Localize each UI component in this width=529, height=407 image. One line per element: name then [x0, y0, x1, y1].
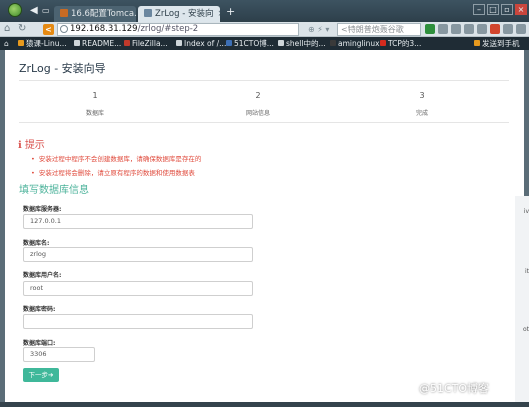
close-window-icon[interactable]: × [515, 4, 527, 15]
bookmark-favicon-icon [380, 40, 386, 46]
bookmark-item[interactable]: shell中的... [278, 37, 326, 50]
refresh-icon[interactable]: ↻ [18, 24, 26, 34]
sliver-text: ot [522, 326, 529, 333]
back-arrow-icon[interactable]: ◀ [30, 6, 38, 16]
sliver-text: it [524, 268, 529, 275]
new-tab-plus-icon[interactable]: + [226, 5, 235, 18]
url-input[interactable]: 192.168.31.129/zrlog/#step-2 [57, 23, 299, 36]
home-icon[interactable]: ⌂ [4, 24, 10, 34]
bookmark-favicon-icon [226, 40, 232, 46]
browser-logo-icon [8, 3, 22, 17]
db-user-label: 数据库用户名: [23, 272, 62, 279]
tab-title: ZrLog - 安装向 [155, 9, 214, 19]
bookmark-label: 发送到手机 [482, 39, 520, 48]
bookmark-item[interactable]: README... [74, 37, 121, 50]
bookmark-item[interactable]: aminglinux [330, 37, 380, 50]
bookmark-label: Index of /... [184, 39, 227, 48]
steps-divider [19, 122, 509, 123]
section-title: 填写数据库信息 [19, 185, 89, 196]
extension-icon[interactable] [425, 24, 435, 34]
db-user-input[interactable]: root [23, 281, 253, 296]
tab-zrlog[interactable]: ZrLog - 安装向× [138, 6, 220, 22]
tip-title: 提示 [24, 140, 45, 151]
bookmark-favicon-icon [18, 40, 24, 46]
url-path: /zrlog/#step-2 [137, 24, 199, 34]
bookmark-favicon-icon [278, 40, 284, 46]
globe-icon [60, 25, 68, 33]
bookmark-item[interactable]: ⌂ [4, 37, 9, 50]
url-action-icons[interactable]: ⊕ ⚡ ▾ [308, 25, 329, 34]
bookmark-favicon-icon [124, 40, 130, 46]
header-divider [19, 80, 509, 81]
bookmark-item[interactable]: FileZilla... [124, 37, 168, 50]
bookmark-label: 51CTO博... [234, 39, 274, 48]
db-port-input[interactable]: 3306 [23, 347, 95, 362]
menu-icon[interactable] [503, 24, 513, 34]
page-title: ZrLog - 安装向导 [19, 62, 106, 75]
minimize-icon[interactable]: – [473, 4, 485, 15]
db-password-input[interactable] [23, 314, 253, 329]
tab-favicon-icon [144, 9, 152, 17]
bookmark-label: TCP的3... [388, 39, 422, 48]
page-icon: ▭ [42, 6, 50, 15]
step-3-number: 3 [419, 91, 425, 100]
bookmark-favicon-icon [176, 40, 182, 46]
bookmark-label: shell中的... [286, 39, 326, 48]
tip-item: 安装过程中程序不会创建数据库，请确保数据库是存在的 [31, 153, 202, 163]
step-3-label: 完成 [415, 110, 428, 117]
db-name-input[interactable]: zrlog [23, 247, 253, 262]
background-window-sliver: iv it ot [515, 196, 529, 402]
tab-title: 16.6配置Tomca... [71, 9, 136, 19]
address-toolbar: ⌂ ↻ < 192.168.31.129/zrlog/#step-2 ⊕ ⚡ ▾… [0, 22, 529, 37]
browser-titlebar: ◀ ▭ 16.6配置Tomca... ZrLog - 安装向× + – □ ▫ … [0, 0, 529, 22]
step-1-number: 1 [92, 91, 98, 100]
step-1-label: 数据库 [85, 110, 104, 117]
step-2-label: 网站信息 [245, 110, 270, 117]
db-server-label: 数据库服务器: [23, 206, 62, 213]
db-port-label: 数据库端口: [23, 340, 56, 347]
bookmark-label: FileZilla... [132, 39, 168, 48]
bookmark-item[interactable]: TCP的3... [380, 37, 421, 50]
search-placeholder: <特朗普炮轰谷歌 [341, 25, 404, 34]
bookmark-icon[interactable] [451, 24, 461, 34]
bookmarks-bar: ⌂ 猿课-Linu... README... FileZilla... Inde… [0, 37, 529, 50]
tip-heading: ℹ 提示 [18, 136, 45, 151]
tip-item: 安装过程将会删除，请立原有程序的数据和使用数据表 [31, 167, 195, 177]
db-password-label: 数据库密码: [23, 306, 56, 313]
bookmark-label: aminglinux [338, 39, 380, 48]
info-icon: ℹ [18, 140, 22, 151]
db-server-input[interactable]: 127.0.0.1 [23, 214, 253, 229]
maximize-icon[interactable]: □ [487, 4, 499, 15]
notification-icon[interactable] [490, 24, 500, 34]
search-input[interactable]: <特朗普炮轰谷歌 [337, 23, 421, 36]
bookmark-favicon-icon [330, 40, 336, 46]
tab-favicon-icon [60, 9, 68, 17]
send-to-phone-link[interactable]: 发送到手机 [474, 37, 520, 50]
bookmark-item[interactable]: Index of /... [176, 37, 226, 50]
tab-tomcat[interactable]: 16.6配置Tomca... [54, 6, 136, 22]
phone-icon [474, 40, 480, 46]
close-tab-icon[interactable]: × [217, 9, 220, 19]
next-step-button[interactable]: 下一步➔ [23, 368, 59, 382]
bookmark-item[interactable]: 猿课-Linu... [18, 37, 67, 50]
download-icon[interactable] [464, 24, 474, 34]
page-content: ZrLog - 安装向导 1 数据库 2 网站信息 3 完成 ℹ提示 安装过程中… [5, 50, 524, 402]
puzzle-icon[interactable] [477, 24, 487, 34]
bookmark-label: 猿课-Linu... [26, 39, 67, 48]
taskbar [0, 402, 529, 407]
grid-icon[interactable] [516, 24, 526, 34]
bookmark-label: README... [82, 39, 122, 48]
restore-icon[interactable]: ▫ [501, 4, 513, 15]
step-2-number: 2 [255, 91, 261, 100]
back-button[interactable]: < [43, 24, 54, 35]
sliver-text: iv [523, 208, 529, 215]
watermark-text: @51CTO博客 [419, 382, 490, 395]
lock-icon[interactable] [438, 24, 448, 34]
db-name-label: 数据库名: [23, 240, 50, 247]
url-host: 192.168.31.129 [70, 24, 138, 34]
bookmark-item[interactable]: 51CTO博... [226, 37, 274, 50]
bookmark-favicon-icon [74, 40, 80, 46]
